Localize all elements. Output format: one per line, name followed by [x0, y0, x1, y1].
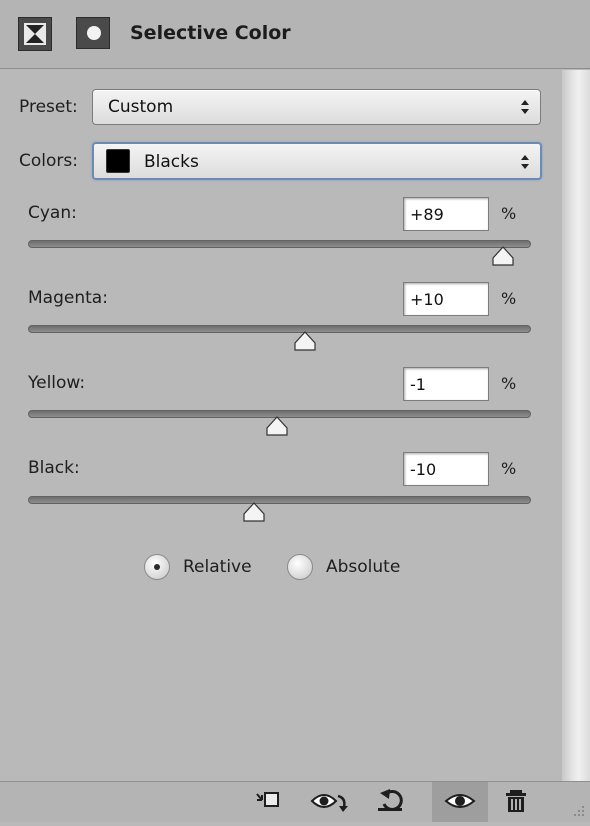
dropdown-arrows-icon	[521, 100, 529, 114]
adjustment-icon[interactable]	[18, 17, 52, 51]
panel-title: Selective Color	[130, 22, 291, 44]
reset-icon[interactable]	[372, 782, 412, 822]
cyan-label: Cyan:	[28, 203, 77, 223]
colors-label: Colors:	[19, 151, 78, 171]
view-previous-state-icon[interactable]	[308, 782, 356, 822]
panel-footer	[0, 781, 590, 822]
black-value-field[interactable]: -10	[403, 452, 489, 486]
preset-value: Custom	[108, 97, 174, 117]
scrollbar[interactable]	[562, 70, 590, 781]
yellow-slider-thumb[interactable]	[265, 416, 289, 436]
preset-label: Preset:	[19, 97, 78, 117]
dropdown-arrows-icon	[521, 155, 529, 169]
black-label: Black:	[28, 458, 80, 478]
absolute-label: Absolute	[326, 557, 401, 577]
layer-mask-icon[interactable]	[76, 17, 110, 49]
clip-to-layer-icon[interactable]	[250, 782, 290, 822]
magenta-slider-thumb[interactable]	[293, 331, 317, 351]
colors-dropdown[interactable]: Blacks	[92, 142, 542, 180]
black-percent: %	[501, 459, 517, 478]
color-swatch	[106, 149, 130, 173]
colors-value: Blacks	[144, 152, 199, 172]
cyan-value-field[interactable]: +89	[403, 197, 489, 231]
visibility-eye-icon[interactable]	[432, 782, 488, 822]
trash-icon[interactable]	[500, 782, 534, 822]
black-slider[interactable]	[28, 496, 531, 504]
absolute-radio[interactable]	[287, 554, 313, 580]
preset-dropdown[interactable]: Custom	[92, 89, 541, 125]
magenta-slider[interactable]	[28, 325, 531, 333]
cyan-slider[interactable]	[28, 240, 531, 248]
panel-header: Selective Color	[0, 0, 590, 69]
magenta-percent: %	[501, 289, 517, 308]
yellow-percent: %	[501, 374, 517, 393]
relative-radio[interactable]	[144, 554, 170, 580]
yellow-label: Yellow:	[28, 373, 86, 393]
cyan-percent: %	[501, 204, 517, 223]
yellow-value-field[interactable]: -1	[403, 367, 489, 401]
black-slider-thumb[interactable]	[242, 502, 266, 522]
magenta-label: Magenta:	[28, 288, 108, 308]
cyan-slider-thumb[interactable]	[491, 246, 515, 266]
magenta-value-field[interactable]: +10	[403, 282, 489, 316]
resize-grip-icon[interactable]	[572, 804, 586, 818]
relative-label: Relative	[183, 557, 252, 577]
